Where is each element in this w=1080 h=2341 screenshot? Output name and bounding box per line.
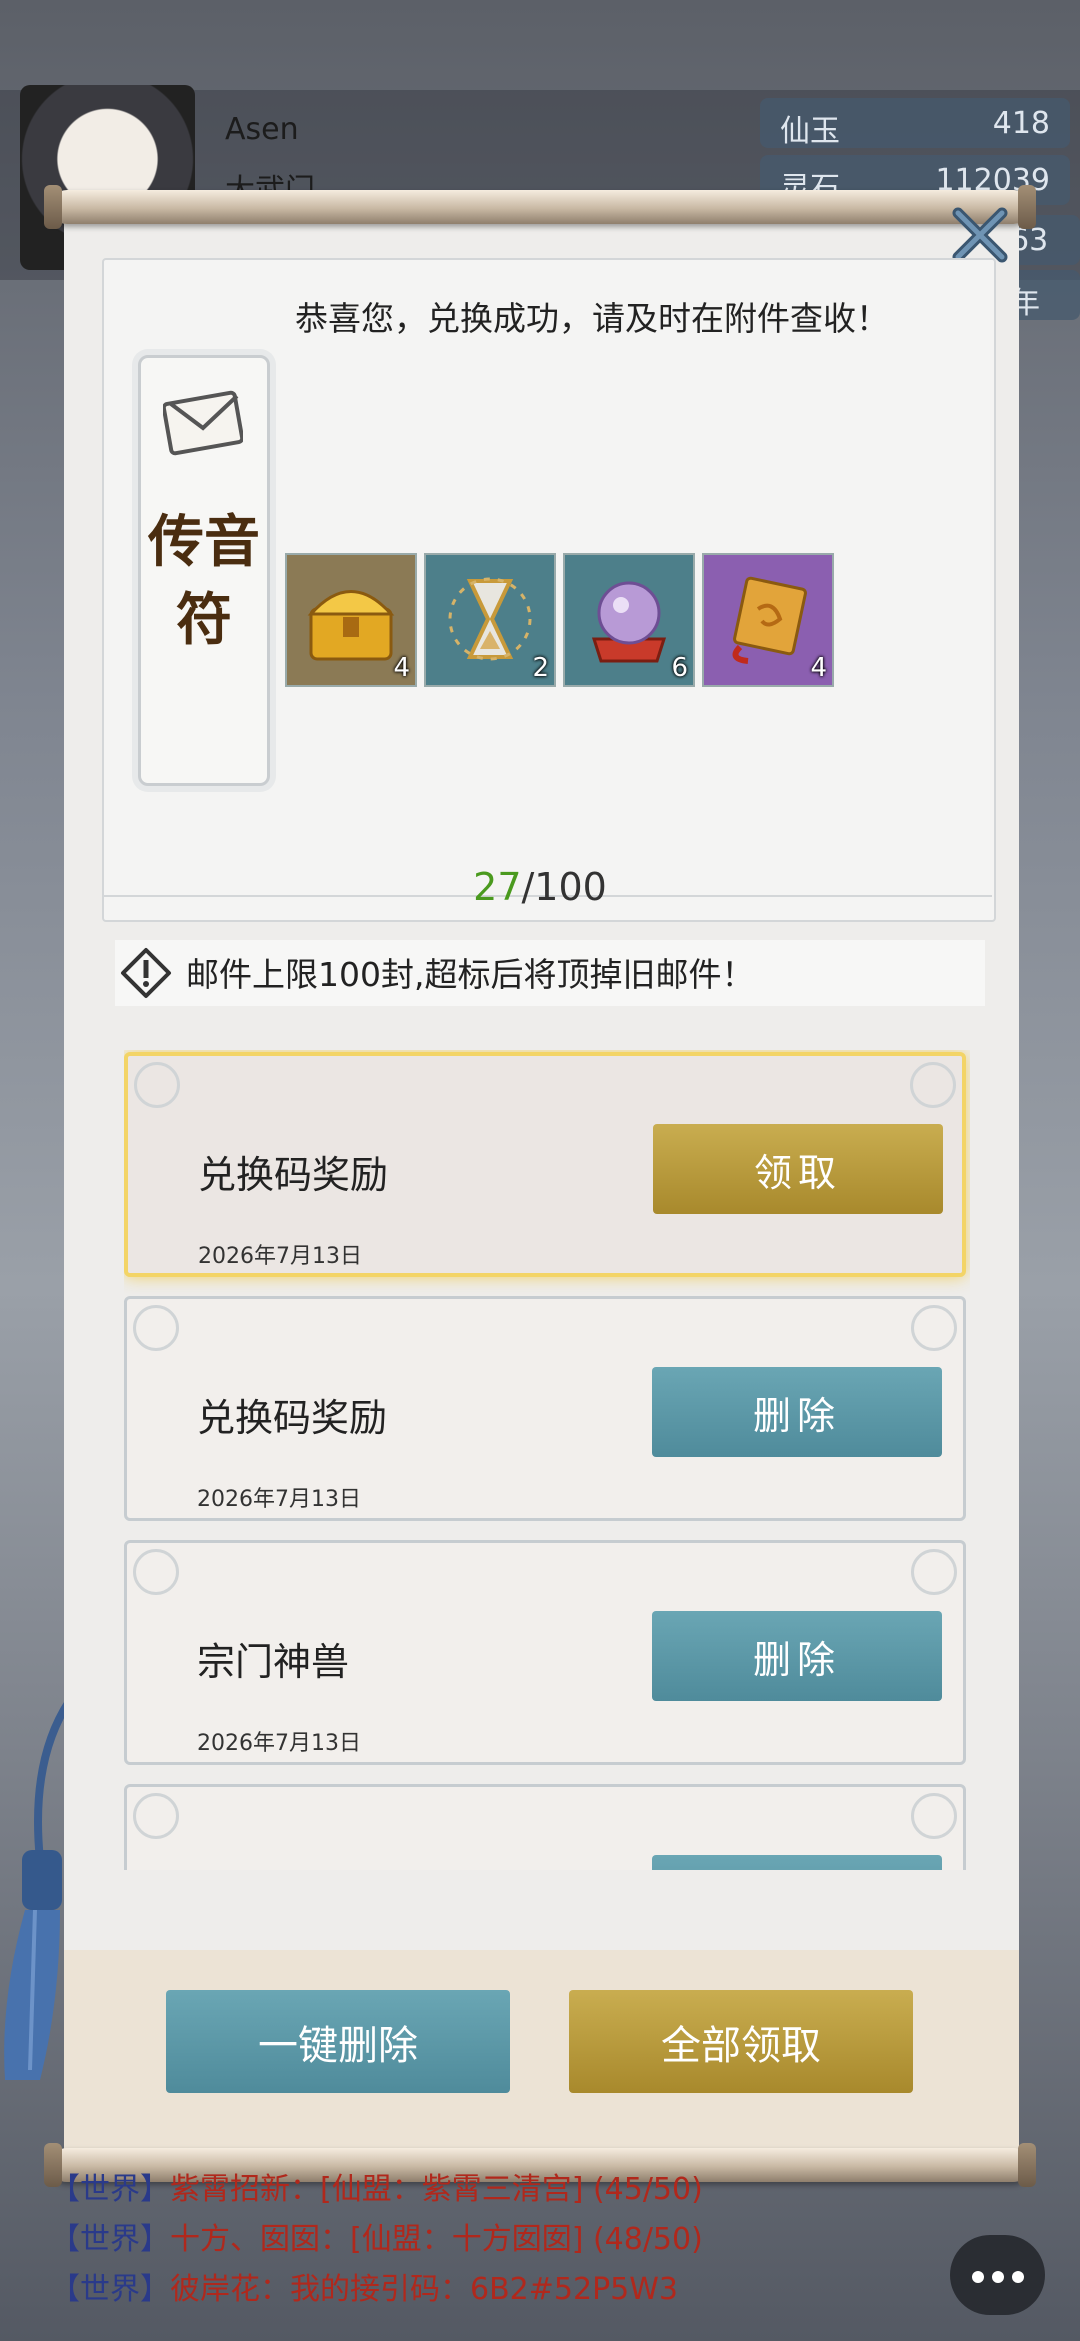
mail-count-current: 27 xyxy=(473,865,522,909)
delete-button[interactable] xyxy=(652,1855,942,1870)
chat-message: 我的接引码：6B2#52P5W3 xyxy=(290,2272,678,2307)
mail-count-total: /100 xyxy=(521,865,607,909)
cloud-corner-ornament xyxy=(133,1549,179,1595)
chat-line: 【世界】十方、囡囡：[仙盟：十方囡囡] (48/50) xyxy=(50,2215,950,2265)
chat-sender[interactable]: 紫霄招新： xyxy=(170,2172,320,2207)
close-button[interactable] xyxy=(950,205,1010,265)
mail-title: 兑换码奖励 xyxy=(197,1396,388,1440)
chat-line: 【世界】紫霄招新：[仙盟：紫霄三清宫] (45/50) xyxy=(50,2165,950,2215)
cloud-corner-ornament xyxy=(910,1062,956,1108)
world-chat[interactable]: 【世界】紫霄招新：[仙盟：紫霄三清宫] (45/50) 【世界】十方、囡囡：[仙… xyxy=(50,2165,950,2315)
mail-title: 宗门神兽 xyxy=(197,1640,350,1684)
scroll-rod-top xyxy=(44,185,1036,229)
mail-item[interactable]: 宗门神兽 2026年7月13日 删除 xyxy=(124,1540,966,1765)
cloud-corner-ornament xyxy=(911,1549,957,1595)
chat-channel: 【世界】 xyxy=(50,2222,170,2257)
attachment-item[interactable]: 4 xyxy=(702,553,834,687)
chat-channel: 【世界】 xyxy=(50,2272,170,2307)
talisman-label: 传音符 xyxy=(148,509,260,653)
chat-channel: 【世界】 xyxy=(50,2172,170,2207)
chat-dot xyxy=(992,2271,1004,2283)
notice-text: 邮件上限100封,超标后将顶掉旧邮件！ xyxy=(186,955,755,994)
mail-title: 兑换码奖励 xyxy=(198,1153,389,1197)
crystal-orb-icon xyxy=(591,581,667,663)
attachment-item[interactable]: 4 xyxy=(285,553,417,687)
envelope-icon xyxy=(163,390,243,456)
chat-dot xyxy=(1012,2271,1024,2283)
attachment-count: 2 xyxy=(532,653,549,683)
attachment-count: 4 xyxy=(810,653,827,683)
chat-button[interactable] xyxy=(950,2235,1045,2315)
mail-date: 2026年7月13日 xyxy=(197,1487,361,1512)
hourglass-icon xyxy=(448,577,532,661)
player-name: Asen xyxy=(225,112,299,147)
cloud-corner-ornament xyxy=(911,1793,957,1839)
attachment-count: 4 xyxy=(393,653,410,683)
jade-value: 418 xyxy=(992,106,1050,141)
cloud-corner-ornament xyxy=(133,1305,179,1351)
close-icon xyxy=(952,207,1008,263)
mail-list[interactable]: 兑换码奖励 2026年7月13日 领取 兑换码奖励 2026年7月13日 删除 … xyxy=(124,1050,970,1870)
cloud-corner-ornament xyxy=(911,1305,957,1351)
attachment-item[interactable]: 2 xyxy=(424,553,556,687)
mail-date: 2026年7月13日 xyxy=(197,1731,361,1756)
delete-button[interactable]: 删除 xyxy=(652,1367,942,1457)
mail-item[interactable] xyxy=(124,1784,966,1870)
mail-message: 恭喜您，兑换成功，请及时在附件查收！ xyxy=(295,299,889,338)
attachment-count: 6 xyxy=(671,653,688,683)
chat-dot xyxy=(972,2271,984,2283)
cloud-corner-ornament xyxy=(134,1062,180,1108)
talisman-card: 传音符 xyxy=(138,355,270,786)
mail-date: 2026年7月13日 xyxy=(198,1244,362,1269)
chat-sender[interactable]: 十方、囡囡： xyxy=(170,2222,350,2257)
chat-message: [仙盟：十方囡囡] (48/50) xyxy=(350,2222,703,2257)
treasure-chest-icon xyxy=(307,590,395,661)
mail-counter: 27/100 xyxy=(0,865,1080,909)
jade-resource: 仙玉 418 xyxy=(760,98,1070,149)
mail-item[interactable]: 兑换码奖励 2026年7月13日 领取 xyxy=(124,1052,966,1277)
delete-button[interactable]: 删除 xyxy=(652,1611,942,1701)
cloud-corner-ornament xyxy=(133,1793,179,1839)
chat-line: 【世界】彼岸花：我的接引码：6B2#52P5W3 xyxy=(50,2265,950,2315)
claim-all-button[interactable]: 全部领取 xyxy=(569,1990,913,2093)
mail-item[interactable]: 兑换码奖励 2026年7月13日 删除 xyxy=(124,1296,966,1521)
chat-message: [仙盟：紫霄三清宫] (45/50) xyxy=(320,2172,703,2207)
scroll-icon xyxy=(732,576,807,664)
claim-button[interactable]: 领取 xyxy=(653,1124,943,1214)
chat-sender[interactable]: 彼岸花： xyxy=(170,2272,290,2307)
attachment-item[interactable]: 6 xyxy=(563,553,695,687)
warning-icon xyxy=(121,948,171,998)
jade-label: 仙玉 xyxy=(780,114,840,149)
delete-all-button[interactable]: 一键删除 xyxy=(166,1990,510,2093)
